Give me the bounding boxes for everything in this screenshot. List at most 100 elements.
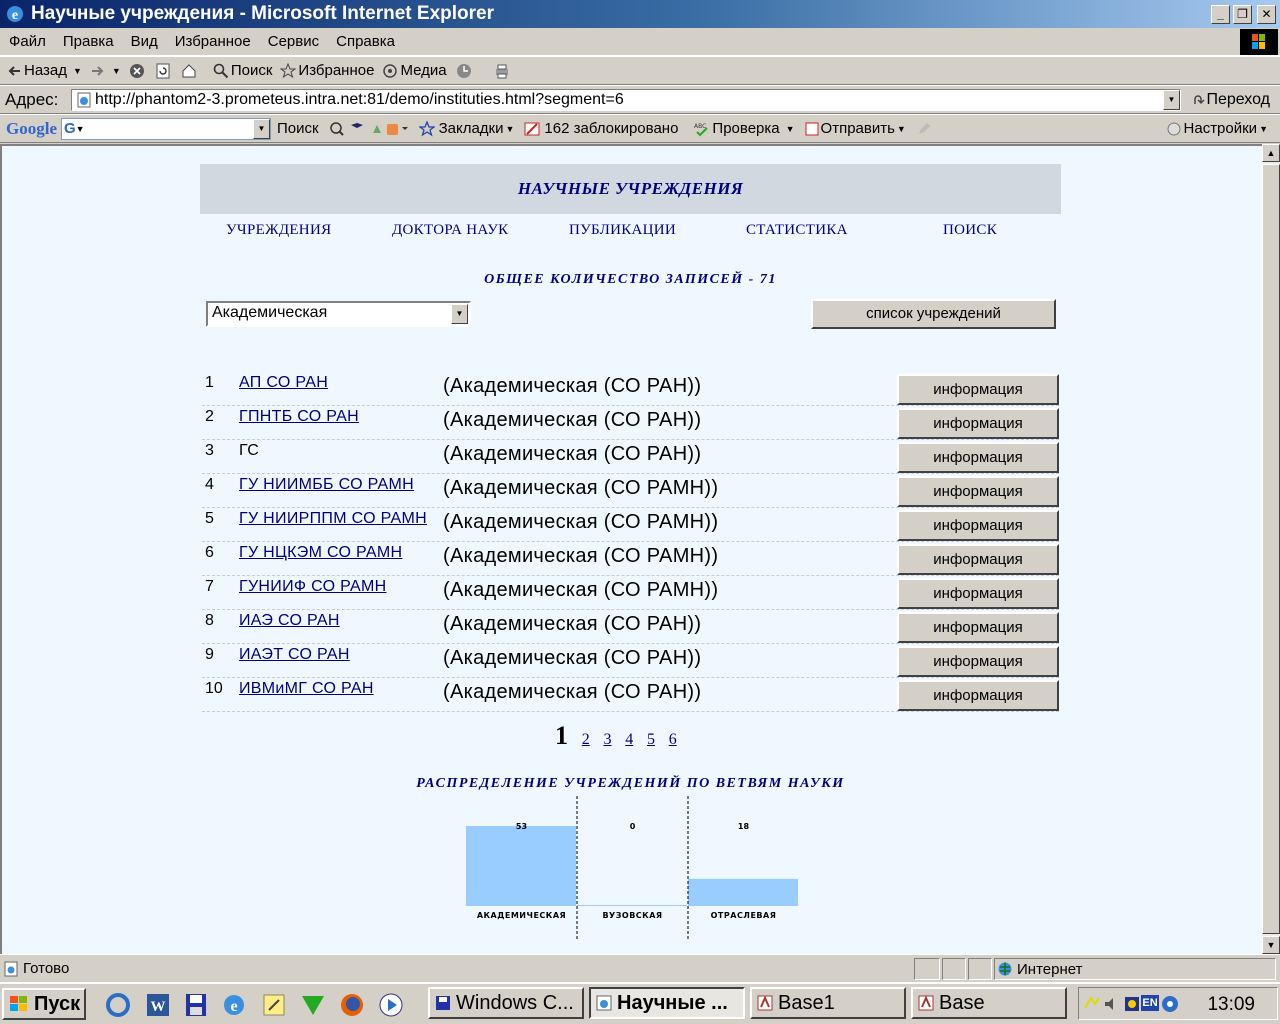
print-button[interactable] — [493, 62, 513, 80]
forward-arrow-icon — [91, 65, 104, 76]
tray-help-icon[interactable] — [1161, 995, 1179, 1013]
info-button[interactable]: информация — [897, 510, 1059, 541]
google-g-dropdown-icon[interactable]: ▼ — [76, 124, 85, 134]
institutions-list-button[interactable]: список учреждений — [811, 299, 1056, 329]
svg-text:W: W — [151, 999, 166, 1015]
select-dropdown-icon[interactable]: ▼ — [451, 304, 468, 324]
start-button[interactable]: Пуск — [2, 988, 86, 1020]
institution-link[interactable]: ИВМиМГ СО РАН — [239, 680, 374, 698]
google-tools-icons[interactable] — [329, 121, 409, 137]
menu-tools[interactable]: Сервис — [259, 33, 327, 50]
google-g-icon: G — [64, 120, 76, 137]
nav-doctors[interactable]: ДОКТОРА НАУК — [392, 222, 508, 239]
institution-link[interactable]: АП СО РАН — [239, 374, 328, 392]
info-button[interactable]: информация — [897, 612, 1059, 643]
info-button[interactable]: информация — [897, 680, 1059, 711]
status-pane — [968, 958, 992, 980]
page-link-4[interactable]: 4 — [625, 731, 633, 748]
bookmarks-button[interactable]: Закладки ▼ — [418, 120, 514, 137]
search-button[interactable]: Поиск — [213, 62, 272, 79]
google-search-input[interactable]: G ▼ ▼ — [61, 117, 271, 140]
history-button[interactable] — [455, 62, 475, 80]
info-button[interactable]: информация — [897, 408, 1059, 439]
info-button[interactable]: информация — [897, 544, 1059, 575]
info-button[interactable]: информация — [897, 374, 1059, 405]
svg-text:e: e — [12, 8, 18, 23]
quicklaunch-word-icon[interactable]: W — [144, 991, 172, 1019]
menu-help[interactable]: Справка — [327, 33, 403, 50]
language-indicator[interactable]: EN — [1141, 995, 1159, 1011]
info-button[interactable]: информация — [897, 442, 1059, 473]
favorites-button[interactable]: Избранное — [280, 62, 374, 79]
task-label: Windows C... — [456, 991, 574, 1014]
institution-link[interactable]: ГУ НИИРППМ СО РАМН — [239, 510, 427, 528]
go-button[interactable]: Переход — [1192, 91, 1270, 109]
info-button[interactable]: информация — [897, 578, 1059, 609]
scroll-thumb[interactable] — [1262, 164, 1280, 934]
search-icon — [213, 63, 229, 78]
institution-link[interactable]: ИАЭТ СО РАН — [239, 646, 350, 664]
address-input[interactable]: http://phantom2-3.prometeus.intra.net:81… — [71, 89, 1181, 111]
minimize-button[interactable]: _ — [1211, 4, 1230, 24]
scroll-up-icon[interactable]: ▲ — [1262, 144, 1280, 162]
institution-link[interactable]: ГУ НЦКЭМ СО РАМН — [239, 544, 402, 562]
quicklaunch-ie-icon[interactable]: e — [220, 991, 248, 1019]
google-history-dropdown-icon[interactable]: ▼ — [253, 118, 270, 139]
refresh-button[interactable] — [155, 63, 173, 79]
send-button[interactable]: Отправить ▼ — [805, 120, 906, 137]
quicklaunch-notes-icon[interactable] — [260, 991, 288, 1019]
task-base[interactable]: Base — [911, 987, 1067, 1019]
google-search-button[interactable]: Поиск — [277, 120, 319, 137]
scroll-down-icon[interactable]: ▼ — [1262, 936, 1280, 954]
institution-link[interactable]: ИАЭ СО РАН — [239, 612, 340, 630]
nav-search[interactable]: ПОИСК — [943, 222, 997, 239]
media-button[interactable]: Медиа — [382, 62, 447, 79]
send-dropdown-icon: ▼ — [896, 123, 906, 134]
menu-favorites[interactable]: Избранное — [166, 33, 259, 50]
institution-link[interactable]: ГУНИИФ СО РАМН — [239, 578, 386, 596]
back-dropdown-icon[interactable]: ▼ — [73, 66, 82, 76]
page-link-5[interactable]: 5 — [647, 731, 655, 748]
bookmark-star-icon — [418, 120, 435, 137]
menu-edit[interactable]: Правка — [54, 33, 122, 50]
nav-institutions[interactable]: УЧРЕЖДЕНИЯ — [226, 222, 331, 239]
info-button[interactable]: информация — [897, 646, 1059, 677]
nav-publications[interactable]: ПУБЛИКАЦИИ — [569, 222, 676, 239]
home-button[interactable] — [181, 63, 199, 79]
task-ie-active[interactable]: Научные ... — [589, 987, 745, 1019]
info-button[interactable]: информация — [897, 476, 1059, 507]
task-base1[interactable]: Base1 — [750, 987, 906, 1019]
institution-link[interactable]: ГПНТБ СО РАН — [239, 408, 359, 426]
page-link-3[interactable]: 3 — [604, 731, 612, 748]
favorites-label: Избранное — [298, 62, 375, 79]
spellcheck-button[interactable]: ABC Проверка ▼ — [694, 120, 794, 137]
internet-globe-icon — [998, 962, 1012, 976]
vertical-scrollbar[interactable]: ▲ ▼ — [1262, 144, 1280, 954]
nav-statistics[interactable]: СТАТИСТИКА — [746, 222, 848, 239]
quicklaunch-v-icon[interactable] — [299, 991, 327, 1019]
stop-button[interactable] — [129, 63, 147, 79]
pencil-icon[interactable] — [916, 121, 932, 137]
forward-dropdown-icon[interactable]: ▼ — [112, 66, 121, 76]
restore-button[interactable]: ❐ — [1233, 4, 1252, 24]
page-link-2[interactable]: 2 — [582, 731, 590, 748]
popup-blocker-button[interactable]: 162 заблокировано — [524, 120, 678, 137]
close-button[interactable]: ✕ — [1257, 4, 1276, 24]
quicklaunch-media-player-icon[interactable] — [377, 991, 405, 1019]
task-windows-commander[interactable]: Windows C... — [428, 987, 584, 1019]
back-button[interactable]: Назад ▼ — [8, 62, 82, 79]
forward-button[interactable]: ▼ — [90, 64, 121, 78]
table-row: 9 ИАЭТ СО РАН (Академическая (СО РАН)) инфо… — [202, 644, 1059, 678]
quicklaunch-save-icon[interactable] — [182, 991, 210, 1019]
menu-file[interactable]: Файл — [0, 33, 54, 50]
google-settings-button[interactable]: Настройки ▼ — [1166, 120, 1268, 137]
quicklaunch-firefox-icon[interactable] — [338, 991, 366, 1019]
menu-view[interactable]: Вид — [122, 33, 166, 50]
branch-select[interactable]: Академическая ▼ — [206, 301, 471, 327]
window-titlebar[interactable]: e Научные учреждения - Microsoft Interne… — [0, 0, 1280, 28]
address-dropdown-icon[interactable]: ▼ — [1163, 90, 1180, 110]
institution-link[interactable]: ГУ НИИМББ СО РАМН — [239, 476, 414, 494]
page-link-6[interactable]: 6 — [669, 731, 677, 748]
quicklaunch-sync-icon[interactable] — [104, 991, 132, 1019]
spellcheck-dropdown-icon: ▼ — [785, 123, 795, 134]
